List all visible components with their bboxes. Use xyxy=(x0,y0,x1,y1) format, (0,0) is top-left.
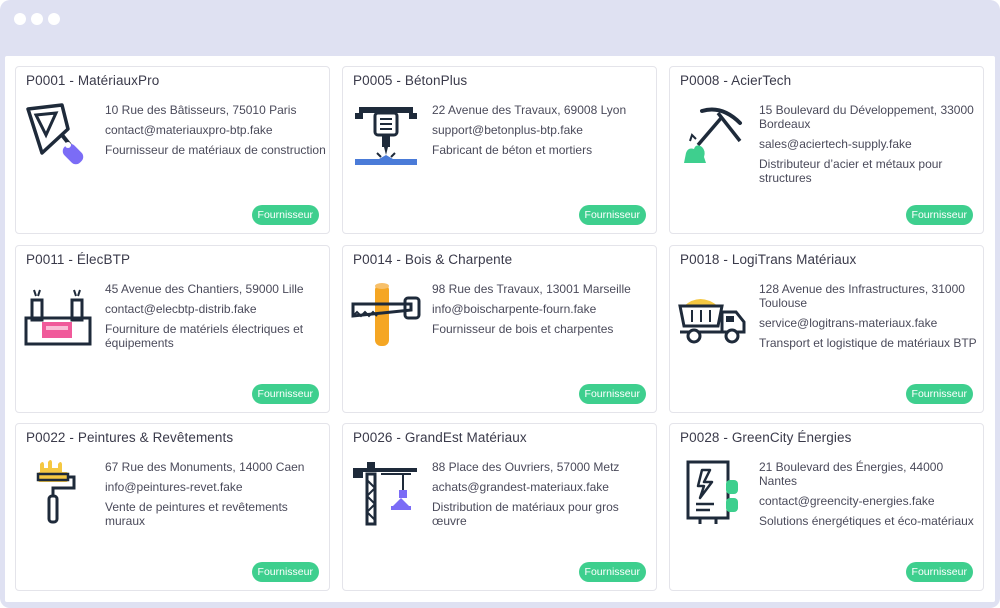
supplier-badge: Fournisseur xyxy=(905,205,973,225)
crane-icon xyxy=(351,458,421,528)
card-email[interactable]: service@logitrans-materiaux.fake xyxy=(759,316,981,330)
card-address: 128 Avenue des Infrastructures, 31000 To… xyxy=(759,282,965,310)
card-address: 22 Avenue des Travaux, 69008 Lyon xyxy=(432,103,627,117)
card-address: 21 Boulevard des Énergies, 44000 Nantes xyxy=(759,460,944,488)
card-email[interactable]: contact@materiauxpro-btp.fake xyxy=(105,123,327,137)
supplier-badge: Fournisseur xyxy=(578,384,646,404)
card-email[interactable]: achats@grandest-materiaux.fake xyxy=(432,480,654,494)
card-description: Distributeur d’acier et métaux pour stru… xyxy=(759,157,943,185)
card-address: 98 Rue des Travaux, 13001 Marseille xyxy=(432,282,631,296)
card-description: Vente de peintures et revêtements muraux xyxy=(105,500,288,528)
card-title: P0028 - GreenCity Énergies xyxy=(680,430,852,445)
card-address: 67 Rue des Monuments, 14000 Caen xyxy=(105,460,305,474)
pickaxe-icon xyxy=(678,101,748,171)
card-address: 15 Boulevard du Développement, 33000 Bor… xyxy=(759,103,974,131)
supplier-card[interactable]: P0026 - GrandEst Matériaux 88 Place des … xyxy=(342,423,657,591)
saw-log-icon xyxy=(351,280,421,350)
window-dot-2[interactable] xyxy=(31,13,43,25)
card-title: P0001 - MatériauxPro xyxy=(26,73,160,88)
supplier-card[interactable]: P0001 - MatériauxPro 10 Rue des Bâtisseu… xyxy=(15,66,330,234)
energy-panel-icon xyxy=(678,458,748,528)
card-title: P0011 - ÉlecBTP xyxy=(26,252,131,267)
dump-truck-icon xyxy=(678,280,748,350)
supplier-badge: Fournisseur xyxy=(251,205,319,225)
factory-icon xyxy=(24,280,94,350)
card-email[interactable]: contact@greencity-energies.fake xyxy=(759,494,981,508)
supplier-badge: Fournisseur xyxy=(905,562,973,582)
card-description: Distribution de matériaux pour gros œuvr… xyxy=(432,500,619,528)
card-address: 45 Avenue des Chantiers, 59000 Lille xyxy=(105,282,304,296)
card-email[interactable]: support@betonplus-btp.fake xyxy=(432,123,654,137)
card-title: P0026 - GrandEst Matériaux xyxy=(353,430,527,445)
window-dot-1[interactable] xyxy=(14,13,26,25)
card-description: Fabricant de béton et mortiers xyxy=(432,143,593,157)
supplier-card[interactable]: P0005 - BétonPlus 22 Avenue des Travaux,… xyxy=(342,66,657,234)
card-title: P0008 - AcierTech xyxy=(680,73,792,88)
browser-window: P0001 - MatériauxPro 10 Rue des Bâtisseu… xyxy=(0,0,1000,608)
card-description: Fourniture de matériels électriques et é… xyxy=(105,322,304,350)
supplier-grid: P0001 - MatériauxPro 10 Rue des Bâtisseu… xyxy=(5,56,995,602)
card-description: Fournisseur de bois et charpentes xyxy=(432,322,614,336)
card-address: 10 Rue des Bâtisseurs, 75010 Paris xyxy=(105,103,297,117)
card-title: P0005 - BétonPlus xyxy=(353,73,468,88)
paint-roller-icon xyxy=(24,458,94,528)
card-email[interactable]: info@peintures-revet.fake xyxy=(105,480,327,494)
supplier-card[interactable]: P0022 - Peintures & Revêtements 67 Rue d… xyxy=(15,423,330,591)
supplier-card[interactable]: P0011 - ÉlecBTP 45 Avenue des Chantiers,… xyxy=(15,245,330,413)
jackhammer-icon xyxy=(351,101,421,171)
supplier-card[interactable]: P0028 - GreenCity Énergies 21 Boulevard … xyxy=(669,423,984,591)
card-description: Solutions énergétiques et éco-matériaux xyxy=(759,514,974,528)
window-dot-3[interactable] xyxy=(48,13,60,25)
card-address: 88 Place des Ouvriers, 57000 Metz xyxy=(432,460,620,474)
supplier-badge: Fournisseur xyxy=(578,562,646,582)
card-description: Fournisseur de matériaux de construction xyxy=(105,143,326,157)
supplier-card[interactable]: P0018 - LogiTrans Matériaux 128 Avenue d… xyxy=(669,245,984,413)
supplier-badge: Fournisseur xyxy=(251,384,319,404)
supplier-card[interactable]: P0008 - AcierTech 15 Boulevard du Dévelo… xyxy=(669,66,984,234)
supplier-badge: Fournisseur xyxy=(578,205,646,225)
supplier-badge: Fournisseur xyxy=(905,384,973,404)
card-title: P0014 - Bois & Charpente xyxy=(353,252,513,267)
supplier-card[interactable]: P0014 - Bois & Charpente 98 Rue des Trav… xyxy=(342,245,657,413)
card-description: Transport et logistique de matériaux BTP xyxy=(759,336,977,350)
card-title: P0022 - Peintures & Revêtements xyxy=(26,430,234,445)
card-title: P0018 - LogiTrans Matériaux xyxy=(680,252,857,267)
card-email[interactable]: info@boischarpente-fourn.fake xyxy=(432,302,654,316)
card-email[interactable]: contact@elecbtp-distrib.fake xyxy=(105,302,327,316)
window-titlebar xyxy=(0,0,1000,40)
card-email[interactable]: sales@aciertech-supply.fake xyxy=(759,137,981,151)
trowel-icon xyxy=(24,101,94,171)
supplier-badge: Fournisseur xyxy=(251,562,319,582)
